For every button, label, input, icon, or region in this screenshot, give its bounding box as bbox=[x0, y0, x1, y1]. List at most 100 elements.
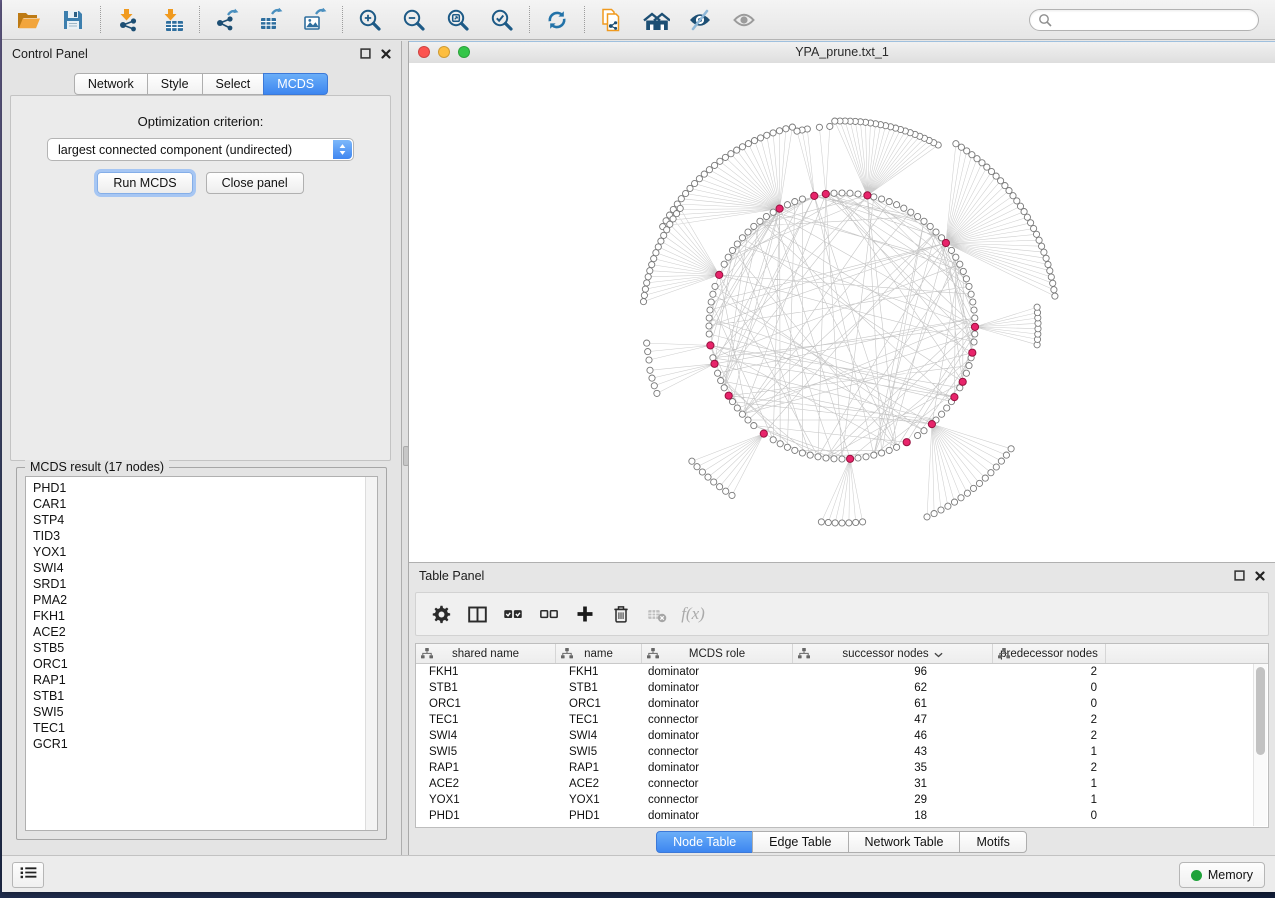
network-node[interactable] bbox=[831, 456, 837, 462]
table-row[interactable]: TEC1TEC1connector472 bbox=[416, 712, 1268, 728]
run-mcds-button[interactable]: Run MCDS bbox=[97, 172, 192, 194]
network-node[interactable] bbox=[777, 441, 783, 447]
mcds-result-item[interactable]: ACE2 bbox=[33, 624, 377, 640]
network-node[interactable] bbox=[953, 254, 959, 260]
network-node[interactable] bbox=[939, 411, 945, 417]
column-header-name[interactable]: name bbox=[556, 644, 642, 663]
memory-button[interactable]: Memory bbox=[1179, 862, 1265, 888]
table-row[interactable]: YOX1YOX1connector291 bbox=[416, 792, 1268, 808]
network-node[interactable] bbox=[725, 254, 731, 260]
column-header-MCDS-role[interactable]: MCDS role bbox=[642, 644, 793, 663]
panel-splitter[interactable] bbox=[402, 41, 409, 856]
network-node[interactable] bbox=[729, 247, 735, 253]
network-node[interactable] bbox=[647, 268, 653, 274]
export-table-icon[interactable] bbox=[253, 4, 289, 36]
mcds-network-node[interactable] bbox=[971, 323, 978, 330]
network-node[interactable] bbox=[860, 519, 866, 525]
tab-network-table[interactable]: Network Table bbox=[848, 831, 961, 853]
network-node[interactable] bbox=[722, 154, 728, 160]
table-settings-icon[interactable] bbox=[426, 597, 456, 631]
network-node[interactable] bbox=[972, 315, 978, 321]
close-panel-icon[interactable] bbox=[1255, 571, 1265, 581]
network-node[interactable] bbox=[871, 194, 877, 200]
network-node[interactable] bbox=[641, 292, 647, 298]
network-node[interactable] bbox=[645, 274, 651, 280]
optimization-criterion-select[interactable]: largest connected component (undirected) bbox=[47, 138, 354, 161]
network-node[interactable] bbox=[729, 492, 735, 498]
network-node[interactable] bbox=[839, 456, 845, 462]
mcds-network-node[interactable] bbox=[711, 360, 718, 367]
mcds-result-item[interactable]: TEC1 bbox=[33, 720, 377, 736]
open-session-icon[interactable] bbox=[11, 4, 47, 36]
mcds-network-node[interactable] bbox=[725, 392, 732, 399]
network-node[interactable] bbox=[1039, 243, 1045, 249]
mcds-list-scrollbar[interactable] bbox=[365, 477, 377, 830]
network-node[interactable] bbox=[915, 213, 921, 219]
network-node[interactable] bbox=[894, 444, 900, 450]
network-node[interactable] bbox=[818, 519, 824, 525]
mcds-result-item[interactable]: STB5 bbox=[33, 640, 377, 656]
close-panel-button[interactable]: Close panel bbox=[206, 172, 304, 194]
network-node[interactable] bbox=[944, 405, 950, 411]
network-node[interactable] bbox=[963, 276, 969, 282]
export-image-icon[interactable] bbox=[297, 4, 333, 36]
network-node[interactable] bbox=[701, 171, 707, 177]
network-node[interactable] bbox=[757, 218, 763, 224]
network-node[interactable] bbox=[879, 196, 885, 202]
network-node[interactable] bbox=[644, 280, 650, 286]
zoom-selected-icon[interactable] bbox=[484, 4, 520, 36]
first-neighbors-icon[interactable] bbox=[638, 4, 674, 36]
network-node[interactable] bbox=[1045, 261, 1051, 267]
network-node[interactable] bbox=[998, 458, 1004, 464]
network-node[interactable] bbox=[970, 299, 976, 305]
table-row[interactable]: RAP1RAP1dominator352 bbox=[416, 760, 1268, 776]
network-node[interactable] bbox=[710, 291, 716, 297]
network-node[interactable] bbox=[645, 349, 651, 355]
network-node[interactable] bbox=[764, 132, 770, 138]
tab-network[interactable]: Network bbox=[74, 73, 148, 95]
column-header-predecessor-nodes[interactable]: predecessor nodes bbox=[993, 644, 1106, 663]
network-node[interactable] bbox=[960, 268, 966, 274]
network-node[interactable] bbox=[784, 444, 790, 450]
network-node[interactable] bbox=[1050, 280, 1056, 286]
network-node[interactable] bbox=[745, 417, 751, 423]
network-node[interactable] bbox=[847, 190, 853, 196]
tab-edge-table[interactable]: Edge Table bbox=[752, 831, 848, 853]
network-node[interactable] bbox=[908, 209, 914, 215]
network-node[interactable] bbox=[792, 447, 798, 453]
mcds-result-item[interactable]: SWI5 bbox=[33, 704, 377, 720]
mcds-network-node[interactable] bbox=[776, 205, 783, 212]
zoom-in-icon[interactable] bbox=[352, 4, 388, 36]
mcds-result-item[interactable]: TID3 bbox=[33, 528, 377, 544]
mcds-network-node[interactable] bbox=[942, 239, 949, 246]
table-row[interactable]: ORC1ORC1dominator610 bbox=[416, 696, 1268, 712]
network-node[interactable] bbox=[832, 118, 838, 124]
mcds-network-node[interactable] bbox=[760, 430, 767, 437]
network-node[interactable] bbox=[678, 196, 684, 202]
network-node[interactable] bbox=[1047, 268, 1053, 274]
network-node[interactable] bbox=[647, 367, 653, 373]
import-table-icon[interactable] bbox=[154, 4, 190, 36]
network-node[interactable] bbox=[651, 256, 657, 262]
network-node[interactable] bbox=[933, 229, 939, 235]
network-node[interactable] bbox=[694, 464, 700, 470]
network-node[interactable] bbox=[689, 458, 695, 464]
network-node[interactable] bbox=[728, 151, 734, 157]
network-node[interactable] bbox=[699, 469, 705, 475]
table-vertical-scrollbar[interactable] bbox=[1253, 664, 1267, 826]
network-node[interactable] bbox=[705, 474, 711, 480]
network-node[interactable] bbox=[921, 218, 927, 224]
network-node[interactable] bbox=[970, 485, 976, 491]
network-node[interactable] bbox=[1031, 225, 1037, 231]
tab-select[interactable]: Select bbox=[202, 73, 265, 95]
network-node[interactable] bbox=[649, 375, 655, 381]
network-node[interactable] bbox=[1052, 293, 1058, 299]
network-node[interactable] bbox=[982, 475, 988, 481]
network-node[interactable] bbox=[654, 390, 660, 396]
network-node[interactable] bbox=[784, 202, 790, 208]
network-node[interactable] bbox=[968, 291, 974, 297]
search-input[interactable] bbox=[1057, 12, 1250, 28]
tab-motifs[interactable]: Motifs bbox=[959, 831, 1026, 853]
network-node[interactable] bbox=[831, 190, 837, 196]
network-node[interactable] bbox=[712, 283, 718, 289]
